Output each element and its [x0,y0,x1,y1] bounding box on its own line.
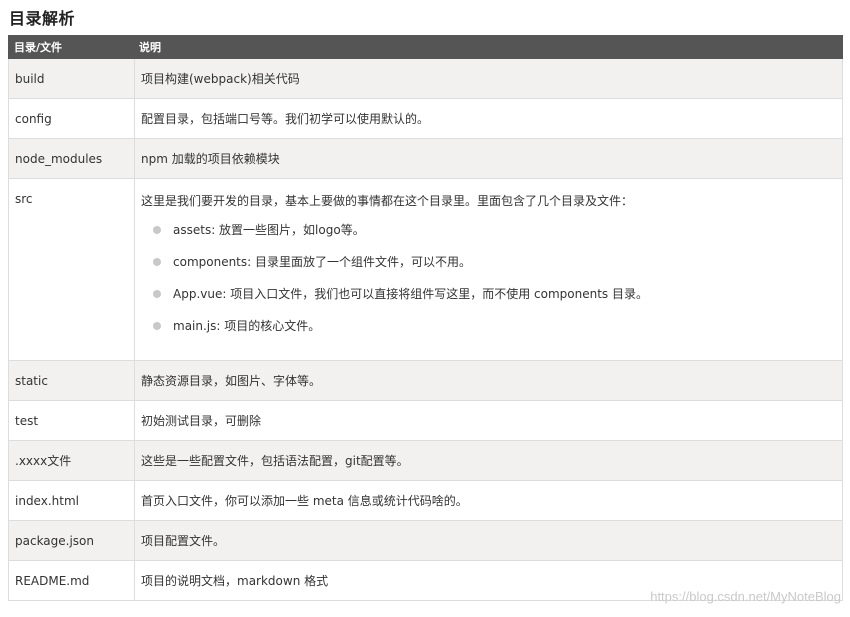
page-title: 目录解析 [9,9,76,28]
row-description: 项目构建(webpack)相关代码 [134,58,843,99]
bullet-dot-icon [153,322,161,330]
bullet-text: main.js: 项目的核心文件。 [173,319,321,333]
table-row: static 静态资源目录，如图片、字体等。 [8,360,843,401]
src-bullet-list: assets: 放置一些图片，如logo等。 components: 目录里面放… [141,219,836,347]
row-name: config [8,98,135,139]
row-name: test [8,400,135,441]
bullet-dot-icon [153,226,161,234]
table-header-row: 目录/文件 说明 [8,35,843,59]
header-directory-file: 目录/文件 [8,35,135,59]
table-row: config 配置目录，包括端口号等。我们初学可以使用默认的。 [8,98,843,139]
bullet-text: components: 目录里面放了一个组件文件，可以不用。 [173,255,471,269]
bullet-text: assets: 放置一些图片，如logo等。 [173,223,365,237]
src-intro-text: 这里是我们要开发的目录，基本上要做的事情都在这个目录里。里面包含了几个目录及文件… [141,194,634,208]
row-description: npm 加载的项目依赖模块 [134,138,843,179]
row-name: README.md [8,560,135,601]
table-row: node_modules npm 加载的项目依赖模块 [8,138,843,179]
directory-table: 目录/文件 说明 build 项目构建(webpack)相关代码 config … [8,35,843,601]
list-item: App.vue: 项目入口文件，我们也可以直接将组件写这里，而不使用 compo… [153,283,836,315]
row-description: 这里是我们要开发的目录，基本上要做的事情都在这个目录里。里面包含了几个目录及文件… [134,178,843,361]
watermark-text: https://blog.csdn.net/MyNoteBlog [650,589,841,604]
row-description: 静态资源目录，如图片、字体等。 [134,360,843,401]
row-name: build [8,58,135,99]
row-name: node_modules [8,138,135,179]
row-name: package.json [8,520,135,561]
list-item: main.js: 项目的核心文件。 [153,315,836,347]
row-name: static [8,360,135,401]
list-item: assets: 放置一些图片，如logo等。 [153,219,836,251]
table-row: index.html 首页入口文件，你可以添加一些 meta 信息或统计代码啥的… [8,480,843,521]
table-row: .xxxx文件 这些是一些配置文件，包括语法配置，git配置等。 [8,440,843,481]
row-description: 首页入口文件，你可以添加一些 meta 信息或统计代码啥的。 [134,480,843,521]
row-name: .xxxx文件 [8,440,135,481]
row-name: src [8,178,135,361]
list-item: components: 目录里面放了一个组件文件，可以不用。 [153,251,836,283]
table-row: package.json 项目配置文件。 [8,520,843,561]
row-description: 配置目录，包括端口号等。我们初学可以使用默认的。 [134,98,843,139]
table-row: build 项目构建(webpack)相关代码 [8,58,843,99]
row-description: 这些是一些配置文件，包括语法配置，git配置等。 [134,440,843,481]
table-row: src 这里是我们要开发的目录，基本上要做的事情都在这个目录里。里面包含了几个目… [8,178,843,361]
row-description: 项目配置文件。 [134,520,843,561]
row-description: 初始测试目录，可删除 [134,400,843,441]
row-name: index.html [8,480,135,521]
header-description: 说明 [134,35,843,59]
bullet-dot-icon [153,258,161,266]
table-row: test 初始测试目录，可删除 [8,400,843,441]
bullet-text: App.vue: 项目入口文件，我们也可以直接将组件写这里，而不使用 compo… [173,287,648,301]
bullet-dot-icon [153,290,161,298]
